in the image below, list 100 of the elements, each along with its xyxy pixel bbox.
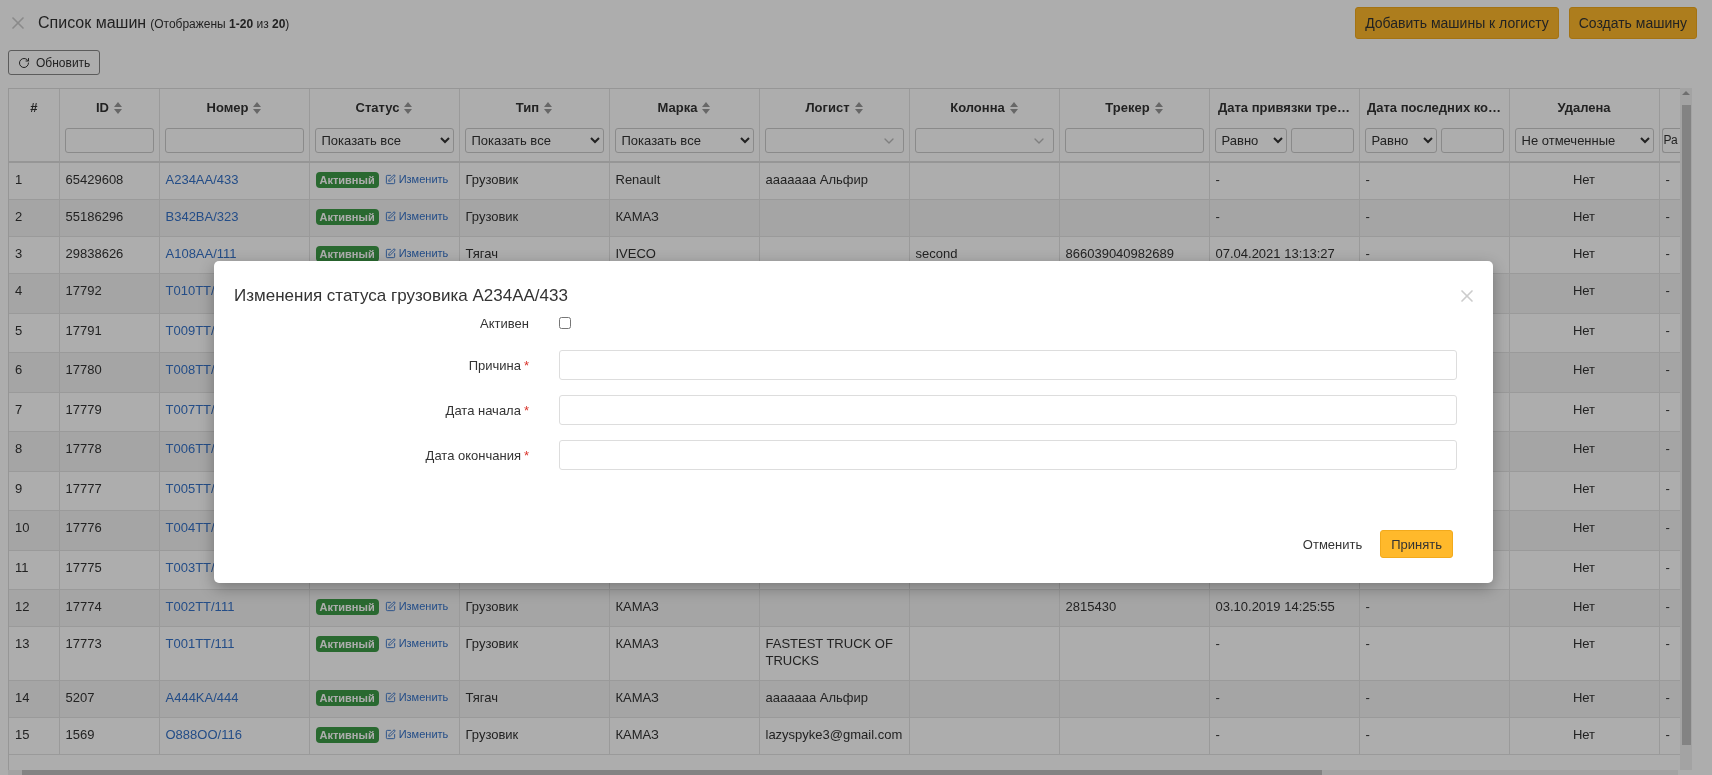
- edit-link[interactable]: Изменить: [384, 635, 449, 652]
- accept-button[interactable]: Принять: [1380, 530, 1453, 558]
- filter-select[interactable]: Показать все: [464, 128, 604, 153]
- plate-link[interactable]: T009TT/: [165, 322, 215, 338]
- plate-link[interactable]: A234AA/433: [165, 172, 239, 187]
- plate-link[interactable]: T007TT/: [165, 401, 215, 417]
- table-cell: -: [1665, 322, 1670, 338]
- plate-link[interactable]: T008TT/: [165, 362, 215, 377]
- table-cell: КАМАЗ: [615, 636, 659, 651]
- table-cell: Грузовик: [465, 599, 519, 614]
- table-cell: -: [1665, 283, 1670, 298]
- plate-link[interactable]: A108AA/111: [165, 246, 237, 261]
- sort-icon[interactable]: [702, 101, 711, 114]
- column-header[interactable]: Марка: [657, 100, 698, 115]
- plate-link[interactable]: T002TT/111: [165, 599, 235, 614]
- column-header[interactable]: Тип: [515, 100, 540, 115]
- edit-link[interactable]: Изменить: [384, 208, 449, 225]
- table-cell: -: [1665, 690, 1670, 705]
- table-cell: 7: [15, 401, 23, 417]
- sort-icon[interactable]: [1154, 101, 1163, 114]
- filter-input[interactable]: [164, 128, 304, 153]
- table-cell: Тягач: [465, 690, 498, 705]
- input-field[interactable]: [559, 395, 1457, 425]
- filter-input[interactable]: [1440, 128, 1504, 153]
- table-cell: Renault: [615, 172, 661, 187]
- vertical-scrollbar[interactable]: [1680, 88, 1692, 770]
- plate-link[interactable]: B342BA/323: [165, 209, 239, 224]
- table-cell: -: [1665, 520, 1670, 535]
- table-cell: 3: [15, 246, 23, 261]
- table-cell: 13: [15, 636, 30, 651]
- active-checkbox[interactable]: [559, 317, 571, 329]
- edit-link[interactable]: Изменить: [384, 171, 449, 188]
- filter-select[interactable]: Показать все: [614, 128, 754, 153]
- column-header[interactable]: Номер: [206, 100, 249, 115]
- filter-input[interactable]: [1064, 128, 1204, 153]
- header-button[interactable]: Добавить машины к логисту: [1355, 7, 1559, 39]
- filter-select[interactable]: Ра: [1661, 128, 1680, 153]
- table-cell: КАМАЗ: [615, 599, 659, 614]
- horizontal-scrollbar[interactable]: [8, 770, 1678, 775]
- field-label: Причина *: [467, 357, 529, 373]
- table-cell: Нет: [1572, 246, 1596, 261]
- edit-link[interactable]: Изменить: [384, 245, 449, 262]
- plate-link[interactable]: T005TT/: [165, 480, 215, 496]
- sort-icon[interactable]: [404, 101, 413, 114]
- sort-icon[interactable]: [253, 101, 262, 114]
- sort-icon[interactable]: [114, 101, 122, 114]
- cancel-button[interactable]: Отменить: [1302, 536, 1363, 552]
- table-cell: second: [915, 246, 958, 261]
- table-cell: -: [1365, 599, 1370, 614]
- edit-link[interactable]: Изменить: [384, 726, 449, 743]
- filter-select[interactable]: Показать все: [314, 128, 454, 153]
- filter-select[interactable]: Не отмеченные: [1514, 128, 1654, 153]
- filter-dropdown[interactable]: [764, 128, 904, 153]
- filter-input[interactable]: [1290, 128, 1354, 153]
- input-field[interactable]: [559, 440, 1457, 470]
- edit-icon: [384, 638, 396, 649]
- table-cell: Грузовик: [465, 636, 519, 651]
- plate-link[interactable]: A444KA/444: [165, 690, 239, 705]
- table-cell: 1569: [65, 727, 95, 742]
- plate-link[interactable]: T003TT/: [165, 559, 215, 575]
- table-cell: Грузовик: [465, 727, 519, 742]
- column-header[interactable]: Трекер: [1105, 100, 1150, 115]
- plate-link[interactable]: T010TT/: [165, 283, 215, 298]
- plate-link[interactable]: T006TT/: [165, 441, 215, 456]
- table-cell: ааааааа Альфир: [765, 690, 868, 705]
- filter-select[interactable]: Равно: [1364, 128, 1437, 153]
- sort-icon[interactable]: [854, 101, 863, 114]
- table-cell: -: [1365, 209, 1370, 224]
- plate-link[interactable]: O888OO/116: [165, 727, 242, 742]
- filter-dropdown[interactable]: [914, 128, 1054, 153]
- input-field[interactable]: [559, 350, 1457, 380]
- table-cell: 17778: [65, 441, 102, 456]
- table-cell: 5: [15, 322, 23, 338]
- filter-select[interactable]: Равно: [1214, 128, 1287, 153]
- column-header[interactable]: Статус: [355, 100, 400, 115]
- column-header[interactable]: Логист: [805, 100, 850, 115]
- table-cell: Тягач: [465, 246, 498, 261]
- edit-link[interactable]: Изменить: [384, 598, 449, 615]
- column-header[interactable]: ID: [96, 100, 109, 115]
- status-badge: Активный: [315, 245, 379, 262]
- field-label: Дата окончания *: [424, 447, 529, 463]
- sort-icon[interactable]: [544, 101, 553, 114]
- filter-input[interactable]: [64, 128, 154, 153]
- sort-icon[interactable]: [1009, 101, 1018, 114]
- table-cell: -: [1665, 209, 1670, 224]
- table-cell: 17792: [65, 283, 102, 298]
- column-header[interactable]: #: [30, 100, 38, 115]
- header-button[interactable]: Создать машину: [1568, 7, 1697, 39]
- table-cell: 17773: [65, 636, 102, 651]
- column-header[interactable]: Дата привязки тре…: [1218, 100, 1350, 115]
- column-header[interactable]: Дата последних ко…: [1366, 100, 1502, 115]
- table-cell: -: [1665, 441, 1670, 456]
- plate-link[interactable]: T004TT/: [165, 520, 215, 535]
- table-cell: 14: [15, 690, 30, 705]
- column-header[interactable]: Удалена: [1557, 100, 1611, 115]
- column-header[interactable]: Колонна: [950, 100, 1005, 115]
- edit-link[interactable]: Изменить: [384, 689, 449, 706]
- refresh-button[interactable]: Обновить: [8, 50, 101, 75]
- field-label: Активен: [479, 315, 529, 331]
- plate-link[interactable]: T001TT/111: [165, 636, 235, 651]
